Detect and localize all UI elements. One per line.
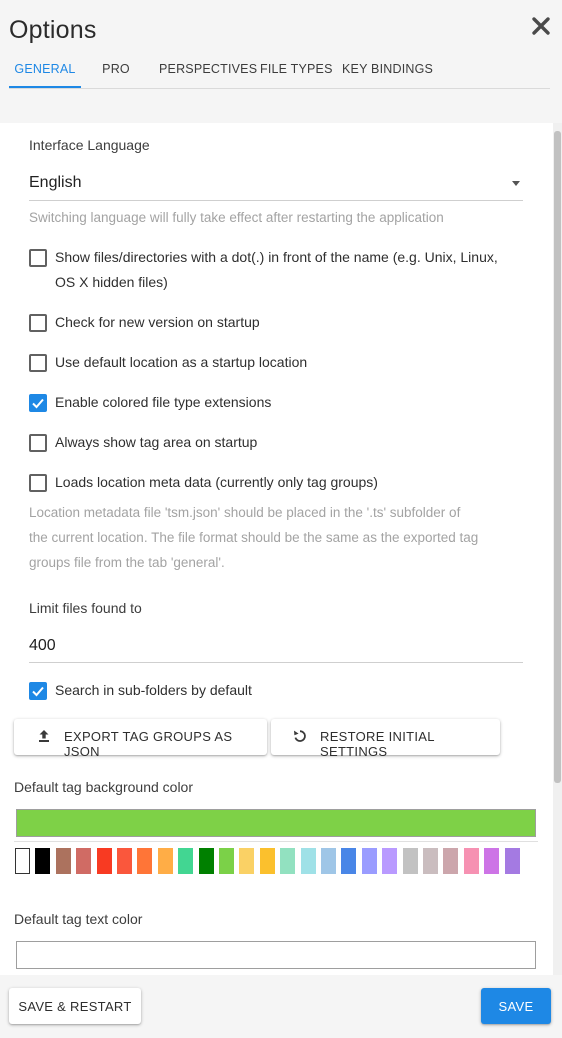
- dialog-title: Options: [9, 16, 97, 44]
- chevron-down-icon: [512, 181, 520, 186]
- restore-icon: [293, 729, 307, 746]
- color-swatch[interactable]: [321, 848, 336, 874]
- color-swatch[interactable]: [382, 848, 398, 874]
- tag-area-checkbox[interactable]: [29, 434, 47, 452]
- scrollbar-thumb[interactable]: [554, 131, 561, 783]
- default-location-checkbox[interactable]: [29, 354, 47, 372]
- save-button[interactable]: SAVE: [481, 988, 551, 1024]
- color-swatch[interactable]: [280, 848, 296, 874]
- search-subfolders-label[interactable]: Search in sub-folders by default: [55, 678, 252, 703]
- location-metadata-checkbox[interactable]: [29, 474, 47, 492]
- tag-text-label: Default tag text color: [14, 911, 143, 927]
- language-help-text: Switching language will fully take effec…: [29, 210, 444, 225]
- checkmark-icon: [32, 398, 44, 409]
- color-swatch[interactable]: [117, 848, 132, 874]
- metadata-help-line1: Location metadata file 'tsm.json' should…: [29, 505, 461, 520]
- search-subfolders-checkbox[interactable]: [29, 682, 47, 700]
- check-version-label[interactable]: Check for new version on startup: [55, 310, 260, 335]
- tab-key-bindings[interactable]: KEY BINDINGS: [342, 62, 433, 89]
- color-swatch[interactable]: [157, 848, 173, 874]
- color-swatch[interactable]: [504, 848, 520, 874]
- restore-settings-button[interactable]: RESTORE INITIAL SETTINGS: [271, 719, 500, 759]
- export-tag-groups-button[interactable]: EXPORT TAG GROUPS AS JSON: [14, 719, 267, 759]
- show-hidden-files-checkbox[interactable]: [29, 249, 47, 267]
- color-swatch[interactable]: [341, 848, 357, 874]
- checkmark-icon: [32, 686, 44, 697]
- language-select[interactable]: English: [29, 168, 523, 201]
- show-hidden-files-label[interactable]: Show files/directories with a dot(.) in …: [55, 245, 498, 270]
- check-version-checkbox[interactable]: [29, 314, 47, 332]
- color-swatch[interactable]: [402, 848, 418, 874]
- color-swatch[interactable]: [137, 848, 153, 874]
- default-location-label[interactable]: Use default location as a startup locati…: [55, 350, 307, 375]
- color-swatch[interactable]: [96, 848, 112, 874]
- tab-file-types[interactable]: FILE TYPES: [260, 62, 332, 89]
- color-swatch[interactable]: [55, 848, 71, 874]
- restore-button-label: RESTORE INITIAL SETTINGS: [320, 729, 435, 759]
- language-label: Interface Language: [29, 137, 150, 153]
- color-swatch[interactable]: [259, 848, 275, 874]
- tab-pro[interactable]: PRO: [91, 62, 141, 89]
- color-swatch[interactable]: [76, 848, 92, 874]
- color-swatch[interactable]: [219, 848, 234, 874]
- tag-area-label[interactable]: Always show tag area on startup: [55, 430, 257, 455]
- color-swatch[interactable]: [15, 848, 30, 874]
- color-swatch[interactable]: [484, 848, 500, 874]
- metadata-help-line2: the current location. The file format sh…: [29, 530, 479, 545]
- colored-extensions-checkbox[interactable]: [29, 394, 47, 412]
- tag-background-label: Default tag background color: [14, 779, 193, 795]
- color-swatch[interactable]: [443, 848, 459, 874]
- color-swatch[interactable]: [361, 848, 377, 874]
- language-select-value: English: [29, 174, 82, 191]
- color-swatch[interactable]: [239, 848, 255, 874]
- color-palette: [14, 848, 538, 874]
- color-swatch[interactable]: [423, 848, 438, 874]
- export-button-label: EXPORT TAG GROUPS AS JSON: [64, 729, 233, 759]
- location-metadata-label[interactable]: Loads location meta data (currently only…: [55, 470, 378, 495]
- colored-extensions-label[interactable]: Enable colored file type extensions: [55, 390, 271, 415]
- save-restart-button[interactable]: SAVE & RESTART: [9, 988, 141, 1024]
- dialog-header: Options GENERAL PRO PERSPECTIVES FILE TY…: [0, 0, 562, 123]
- scrollbar[interactable]: [553, 123, 562, 975]
- color-swatch[interactable]: [198, 848, 214, 874]
- dialog-footer: SAVE & RESTART SAVE: [0, 975, 562, 1038]
- tag-text-preview[interactable]: [16, 941, 536, 969]
- color-divider: [14, 841, 538, 842]
- color-swatch[interactable]: [463, 848, 479, 874]
- select-underline: [29, 200, 523, 201]
- close-icon[interactable]: [530, 15, 552, 37]
- input-underline: [29, 662, 523, 663]
- upload-icon: [37, 729, 51, 746]
- color-swatch[interactable]: [178, 848, 194, 874]
- tab-perspectives[interactable]: PERSPECTIVES: [159, 62, 257, 89]
- tabs-divider: [9, 88, 550, 89]
- limit-files-input[interactable]: 400: [29, 631, 523, 663]
- settings-panel[interactable]: Interface Language English Switching lan…: [0, 123, 553, 975]
- tab-general[interactable]: GENERAL: [9, 62, 81, 89]
- color-swatch[interactable]: [35, 848, 51, 874]
- limit-files-value: 400: [29, 637, 56, 654]
- show-hidden-files-label-cont[interactable]: OS X hidden files): [55, 270, 168, 295]
- tag-background-preview[interactable]: [16, 809, 536, 837]
- metadata-help-line3: groups file from the tab 'general'.: [29, 555, 225, 570]
- limit-files-label: Limit files found to: [29, 600, 142, 616]
- color-swatch[interactable]: [300, 848, 316, 874]
